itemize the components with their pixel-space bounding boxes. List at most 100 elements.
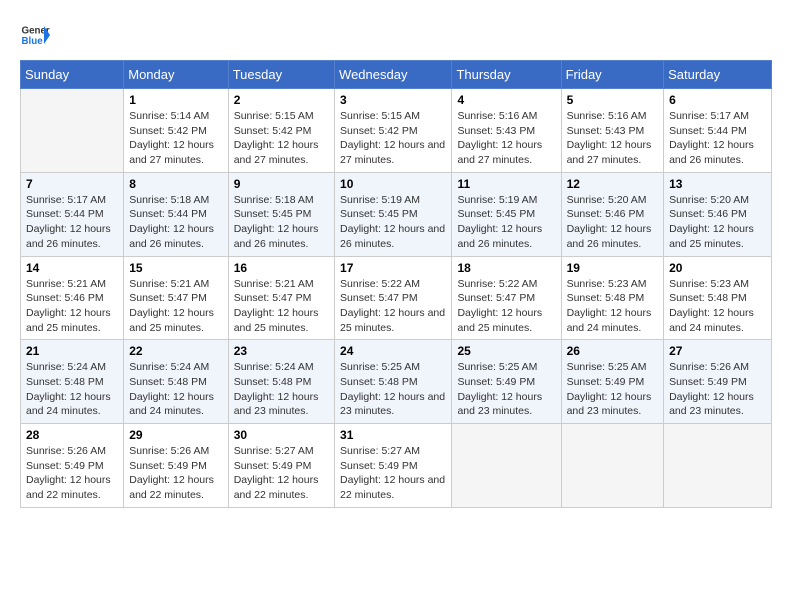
day-number: 21 bbox=[26, 344, 118, 358]
calendar-cell: 25 Sunrise: 5:25 AMSunset: 5:49 PMDayligh… bbox=[452, 340, 561, 424]
calendar-cell: 13Sunrise: 5:20 AMSunset: 5:46 PMDayligh… bbox=[664, 172, 772, 256]
calendar-cell: 15Sunrise: 5:21 AMSunset: 5:47 PMDayligh… bbox=[124, 256, 228, 340]
calendar-cell bbox=[561, 424, 664, 508]
calendar-cell: 7 Sunrise: 5:17 AMSunset: 5:44 PMDaylight… bbox=[21, 172, 124, 256]
calendar-cell: 31 Sunrise: 5:27 AMSunset: 5:49 PMDayligh… bbox=[335, 424, 452, 508]
day-number: 25 bbox=[457, 344, 555, 358]
day-number: 7 bbox=[26, 177, 118, 191]
calendar-cell: 29 Sunrise: 5:26 AMSunset: 5:49 PMDayligh… bbox=[124, 424, 228, 508]
cell-content: Sunrise: 5:24 AMSunset: 5:48 PMDaylight:… bbox=[26, 360, 118, 419]
weekday-header: Thursday bbox=[452, 61, 561, 89]
day-number: 28 bbox=[26, 428, 118, 442]
day-number: 9 bbox=[234, 177, 329, 191]
calendar-cell: 19Sunrise: 5:23 AMSunset: 5:48 PMDayligh… bbox=[561, 256, 664, 340]
day-number: 3 bbox=[340, 93, 446, 107]
cell-content: Sunrise: 5:27 AMSunset: 5:49 PMDaylight:… bbox=[234, 444, 329, 503]
calendar-cell: 2 Sunrise: 5:15 AMSunset: 5:42 PMDaylight… bbox=[228, 89, 334, 173]
cell-content: Sunrise: 5:27 AMSunset: 5:49 PMDaylight:… bbox=[340, 444, 446, 503]
weekday-header: Friday bbox=[561, 61, 664, 89]
calendar-table: SundayMondayTuesdayWednesdayThursdayFrid… bbox=[20, 60, 772, 508]
day-number: 4 bbox=[457, 93, 555, 107]
day-number: 14 bbox=[26, 261, 118, 275]
day-number: 1 bbox=[129, 93, 222, 107]
cell-content: Sunrise: 5:25 AMSunset: 5:49 PMDaylight:… bbox=[457, 360, 555, 419]
calendar-cell: 27Sunrise: 5:26 AMSunset: 5:49 PMDayligh… bbox=[664, 340, 772, 424]
cell-content: Sunrise: 5:20 AMSunset: 5:46 PMDaylight:… bbox=[669, 193, 766, 252]
day-number: 16 bbox=[234, 261, 329, 275]
day-number: 6 bbox=[669, 93, 766, 107]
calendar-week-row: 28 Sunrise: 5:26 AMSunset: 5:49 PMDayligh… bbox=[21, 424, 772, 508]
cell-content: Sunrise: 5:18 AMSunset: 5:45 PMDaylight:… bbox=[234, 193, 329, 252]
cell-content: Sunrise: 5:14 AMSunset: 5:42 PMDaylight:… bbox=[129, 109, 222, 168]
calendar-cell: 23Sunrise: 5:24 AMSunset: 5:48 PMDayligh… bbox=[228, 340, 334, 424]
weekday-header: Wednesday bbox=[335, 61, 452, 89]
weekday-header: Tuesday bbox=[228, 61, 334, 89]
day-number: 30 bbox=[234, 428, 329, 442]
cell-content: Sunrise: 5:21 AMSunset: 5:46 PMDaylight:… bbox=[26, 277, 118, 336]
day-number: 5 bbox=[567, 93, 659, 107]
calendar-cell: 26 Sunrise: 5:25 AMSunset: 5:49 PMDayligh… bbox=[561, 340, 664, 424]
calendar-cell: 6 Sunrise: 5:17 AMSunset: 5:44 PMDaylight… bbox=[664, 89, 772, 173]
day-number: 11 bbox=[457, 177, 555, 191]
cell-content: Sunrise: 5:25 AMSunset: 5:48 PMDaylight:… bbox=[340, 360, 446, 419]
calendar-cell bbox=[21, 89, 124, 173]
calendar-cell: 17 Sunrise: 5:22 AMSunset: 5:47 PMDayligh… bbox=[335, 256, 452, 340]
day-number: 19 bbox=[567, 261, 659, 275]
calendar-cell bbox=[452, 424, 561, 508]
calendar-week-row: 1 Sunrise: 5:14 AMSunset: 5:42 PMDaylight… bbox=[21, 89, 772, 173]
cell-content: Sunrise: 5:19 AMSunset: 5:45 PMDaylight:… bbox=[457, 193, 555, 252]
calendar-cell: 21 Sunrise: 5:24 AMSunset: 5:48 PMDayligh… bbox=[21, 340, 124, 424]
page-header: General Blue bbox=[20, 20, 772, 50]
day-number: 18 bbox=[457, 261, 555, 275]
day-number: 10 bbox=[340, 177, 446, 191]
day-number: 2 bbox=[234, 93, 329, 107]
calendar-cell: 30 Sunrise: 5:27 AMSunset: 5:49 PMDayligh… bbox=[228, 424, 334, 508]
calendar-cell: 5 Sunrise: 5:16 AMSunset: 5:43 PMDaylight… bbox=[561, 89, 664, 173]
day-number: 29 bbox=[129, 428, 222, 442]
cell-content: Sunrise: 5:25 AMSunset: 5:49 PMDaylight:… bbox=[567, 360, 659, 419]
day-number: 31 bbox=[340, 428, 446, 442]
cell-content: Sunrise: 5:15 AMSunset: 5:42 PMDaylight:… bbox=[234, 109, 329, 168]
calendar-week-row: 7 Sunrise: 5:17 AMSunset: 5:44 PMDaylight… bbox=[21, 172, 772, 256]
header-row: SundayMondayTuesdayWednesdayThursdayFrid… bbox=[21, 61, 772, 89]
logo: General Blue bbox=[20, 20, 50, 50]
cell-content: Sunrise: 5:26 AMSunset: 5:49 PMDaylight:… bbox=[129, 444, 222, 503]
day-number: 24 bbox=[340, 344, 446, 358]
cell-content: Sunrise: 5:22 AMSunset: 5:47 PMDaylight:… bbox=[340, 277, 446, 336]
calendar-cell: 9 Sunrise: 5:18 AMSunset: 5:45 PMDaylight… bbox=[228, 172, 334, 256]
cell-content: Sunrise: 5:26 AMSunset: 5:49 PMDaylight:… bbox=[669, 360, 766, 419]
cell-content: Sunrise: 5:20 AMSunset: 5:46 PMDaylight:… bbox=[567, 193, 659, 252]
day-number: 26 bbox=[567, 344, 659, 358]
calendar-cell: 3Sunrise: 5:15 AMSunset: 5:42 PMDaylight… bbox=[335, 89, 452, 173]
cell-content: Sunrise: 5:19 AMSunset: 5:45 PMDaylight:… bbox=[340, 193, 446, 252]
day-number: 17 bbox=[340, 261, 446, 275]
calendar-week-row: 14 Sunrise: 5:21 AMSunset: 5:46 PMDayligh… bbox=[21, 256, 772, 340]
cell-content: Sunrise: 5:21 AMSunset: 5:47 PMDaylight:… bbox=[234, 277, 329, 336]
calendar-cell: 14 Sunrise: 5:21 AMSunset: 5:46 PMDayligh… bbox=[21, 256, 124, 340]
cell-content: Sunrise: 5:24 AMSunset: 5:48 PMDaylight:… bbox=[129, 360, 222, 419]
day-number: 22 bbox=[129, 344, 222, 358]
cell-content: Sunrise: 5:17 AMSunset: 5:44 PMDaylight:… bbox=[669, 109, 766, 168]
calendar-cell: 18 Sunrise: 5:22 AMSunset: 5:47 PMDayligh… bbox=[452, 256, 561, 340]
calendar-cell: 1 Sunrise: 5:14 AMSunset: 5:42 PMDaylight… bbox=[124, 89, 228, 173]
cell-content: Sunrise: 5:23 AMSunset: 5:48 PMDaylight:… bbox=[669, 277, 766, 336]
calendar-cell: 20 Sunrise: 5:23 AMSunset: 5:48 PMDayligh… bbox=[664, 256, 772, 340]
calendar-cell: 11 Sunrise: 5:19 AMSunset: 5:45 PMDayligh… bbox=[452, 172, 561, 256]
cell-content: Sunrise: 5:22 AMSunset: 5:47 PMDaylight:… bbox=[457, 277, 555, 336]
svg-text:Blue: Blue bbox=[22, 36, 44, 47]
weekday-header: Saturday bbox=[664, 61, 772, 89]
calendar-week-row: 21 Sunrise: 5:24 AMSunset: 5:48 PMDayligh… bbox=[21, 340, 772, 424]
cell-content: Sunrise: 5:16 AMSunset: 5:43 PMDaylight:… bbox=[457, 109, 555, 168]
calendar-cell: 22 Sunrise: 5:24 AMSunset: 5:48 PMDayligh… bbox=[124, 340, 228, 424]
cell-content: Sunrise: 5:16 AMSunset: 5:43 PMDaylight:… bbox=[567, 109, 659, 168]
day-number: 20 bbox=[669, 261, 766, 275]
cell-content: Sunrise: 5:26 AMSunset: 5:49 PMDaylight:… bbox=[26, 444, 118, 503]
calendar-cell: 16 Sunrise: 5:21 AMSunset: 5:47 PMDayligh… bbox=[228, 256, 334, 340]
day-number: 23 bbox=[234, 344, 329, 358]
weekday-header: Sunday bbox=[21, 61, 124, 89]
day-number: 12 bbox=[567, 177, 659, 191]
weekday-header: Monday bbox=[124, 61, 228, 89]
calendar-cell: 10 Sunrise: 5:19 AMSunset: 5:45 PMDayligh… bbox=[335, 172, 452, 256]
cell-content: Sunrise: 5:17 AMSunset: 5:44 PMDaylight:… bbox=[26, 193, 118, 252]
day-number: 15 bbox=[129, 261, 222, 275]
